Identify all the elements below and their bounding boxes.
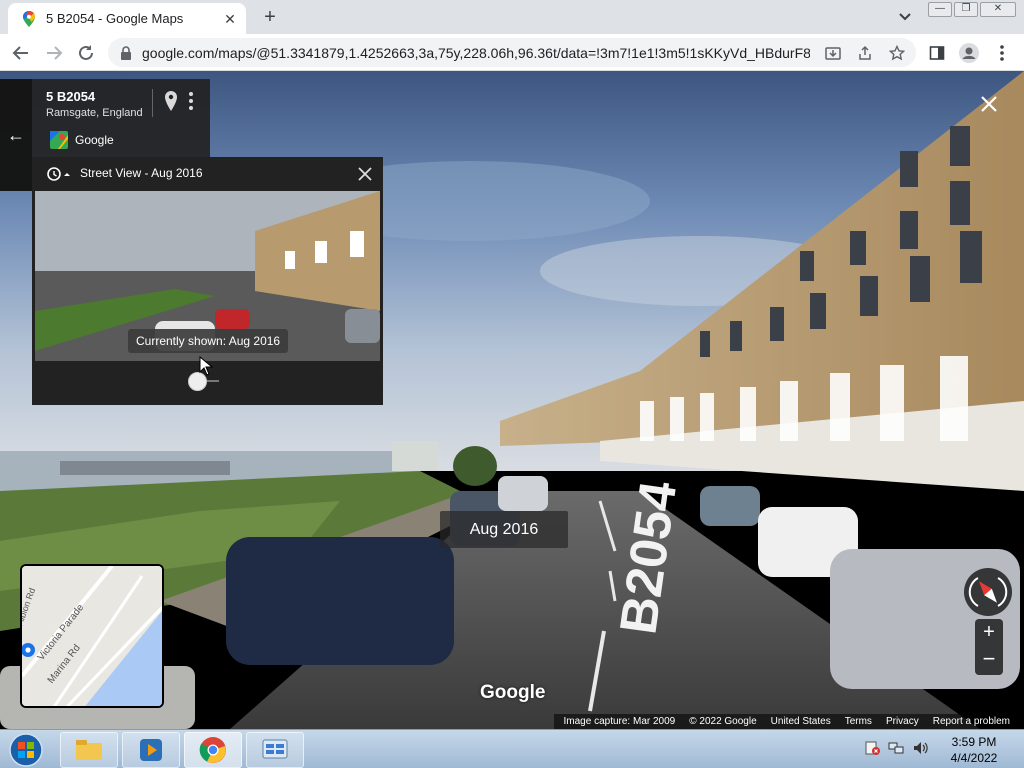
taskbar: 3:59 PM 4/4/2022 xyxy=(0,729,1024,768)
arrow-left-icon: ← xyxy=(7,124,25,145)
address-street: 5 B2054 xyxy=(46,89,96,104)
map-footer: Image capture: Mar 2009 © 2022 Google Un… xyxy=(554,714,1024,729)
address-city: Ramsgate, England xyxy=(46,107,143,119)
new-tab-button[interactable]: + xyxy=(259,6,281,28)
url-text[interactable]: google.com/maps/@51.3341879,1.4252663,3a… xyxy=(142,45,810,61)
tab-search-icon[interactable] xyxy=(896,9,914,25)
more-options-icon[interactable] xyxy=(187,91,195,111)
capture-date-badge: Aug 2016 xyxy=(440,511,568,548)
system-tray xyxy=(864,740,928,756)
kebab-menu-icon xyxy=(1000,45,1004,61)
close-window-button[interactable]: ✕ xyxy=(980,2,1016,17)
network-icon[interactable] xyxy=(888,740,904,756)
image-capture-date: Image capture: Mar 2009 xyxy=(563,716,676,727)
volume-icon[interactable] xyxy=(912,740,928,756)
mini-map[interactable]: Victoria Parade Marina Rd Albion Rd xyxy=(20,564,164,708)
arrow-left-icon xyxy=(12,46,28,60)
back-to-map-button[interactable]: ← xyxy=(0,79,32,191)
browser-tab[interactable]: 5 B2054 - Google Maps ✕ xyxy=(8,3,246,34)
history-clock-icon[interactable] xyxy=(46,166,70,182)
restore-button[interactable]: ❐ xyxy=(954,2,978,17)
control-panel-icon xyxy=(262,739,288,759)
google-maps-icon xyxy=(23,10,35,27)
compass-icon xyxy=(968,577,1008,607)
terms-link[interactable]: Terms xyxy=(845,716,872,727)
menu-button[interactable] xyxy=(990,41,1014,65)
media-player-icon xyxy=(140,739,162,761)
forward-button[interactable] xyxy=(42,41,66,65)
close-tab-icon[interactable]: ✕ xyxy=(222,11,238,27)
install-icon[interactable] xyxy=(824,44,842,62)
street-view-canvas[interactable]: B2054 ← 5 B2054 Ramsgate, England Google… xyxy=(0,71,1024,729)
avatar-icon xyxy=(959,43,979,63)
taskbar-chrome[interactable] xyxy=(184,732,242,768)
taskbar-media-player[interactable] xyxy=(122,732,180,768)
window-controls: — ❐ ✕ xyxy=(928,2,1016,17)
reload-icon xyxy=(79,45,93,60)
compass-control[interactable] xyxy=(964,568,1012,616)
clock-date: 4/4/2022 xyxy=(950,751,998,765)
minimize-button[interactable]: — xyxy=(928,2,952,17)
folder-icon xyxy=(76,740,102,760)
close-icon[interactable] xyxy=(356,165,374,183)
mouse-pointer-icon xyxy=(199,356,213,376)
side-panel-button[interactable] xyxy=(925,41,949,65)
taskbar-control-panel[interactable] xyxy=(246,732,304,768)
google-maps-logo-icon xyxy=(50,131,68,149)
bookmark-star-icon[interactable] xyxy=(888,44,906,62)
share-icon[interactable] xyxy=(856,44,874,62)
taskbar-clock[interactable]: 3:59 PM 4/4/2022 xyxy=(942,734,1006,766)
reload-button[interactable] xyxy=(74,41,98,65)
taskbar-explorer[interactable] xyxy=(60,732,118,768)
browser-toolbar: google.com/maps/@51.3341879,1.4252663,3a… xyxy=(0,34,1024,71)
back-button[interactable] xyxy=(9,41,33,65)
tab-title: 5 B2054 - Google Maps xyxy=(46,11,184,26)
zoom-control: + − xyxy=(975,619,1003,675)
exit-street-view-icon[interactable] xyxy=(978,93,1000,115)
zoom-out-button[interactable]: − xyxy=(975,647,1003,675)
copyright-text: © 2022 Google xyxy=(689,716,757,727)
map-pin-icon[interactable] xyxy=(164,91,178,111)
region-link[interactable]: United States xyxy=(771,716,831,727)
tab-strip: 5 B2054 - Google Maps ✕ + — ❐ ✕ xyxy=(0,0,1024,34)
report-problem-link[interactable]: Report a problem xyxy=(933,716,1010,727)
side-panel-icon xyxy=(929,46,945,60)
privacy-link[interactable]: Privacy xyxy=(886,716,919,727)
profile-button[interactable] xyxy=(957,41,981,65)
mini-map-graphic: Victoria Parade Marina Rd Albion Rd xyxy=(22,566,162,706)
zoom-in-button[interactable]: + xyxy=(975,619,1003,647)
start-button-icon[interactable] xyxy=(6,732,46,768)
google-watermark: Google xyxy=(480,682,546,703)
chrome-icon xyxy=(199,737,226,763)
action-center-icon[interactable] xyxy=(864,740,880,756)
arrow-right-icon xyxy=(47,46,63,60)
address-bar[interactable]: google.com/maps/@51.3341879,1.4252663,3a… xyxy=(108,38,916,67)
provider-name[interactable]: Google xyxy=(75,133,114,147)
time-machine-tooltip: Currently shown: Aug 2016 xyxy=(128,329,289,353)
clock-time: 3:59 PM xyxy=(951,735,997,749)
lock-icon[interactable] xyxy=(120,45,132,60)
time-machine-title: Street View - Aug 2016 xyxy=(80,166,203,180)
divider xyxy=(152,89,153,117)
time-machine-panel: Street View - Aug 2016 Currently shown: … xyxy=(32,157,383,405)
